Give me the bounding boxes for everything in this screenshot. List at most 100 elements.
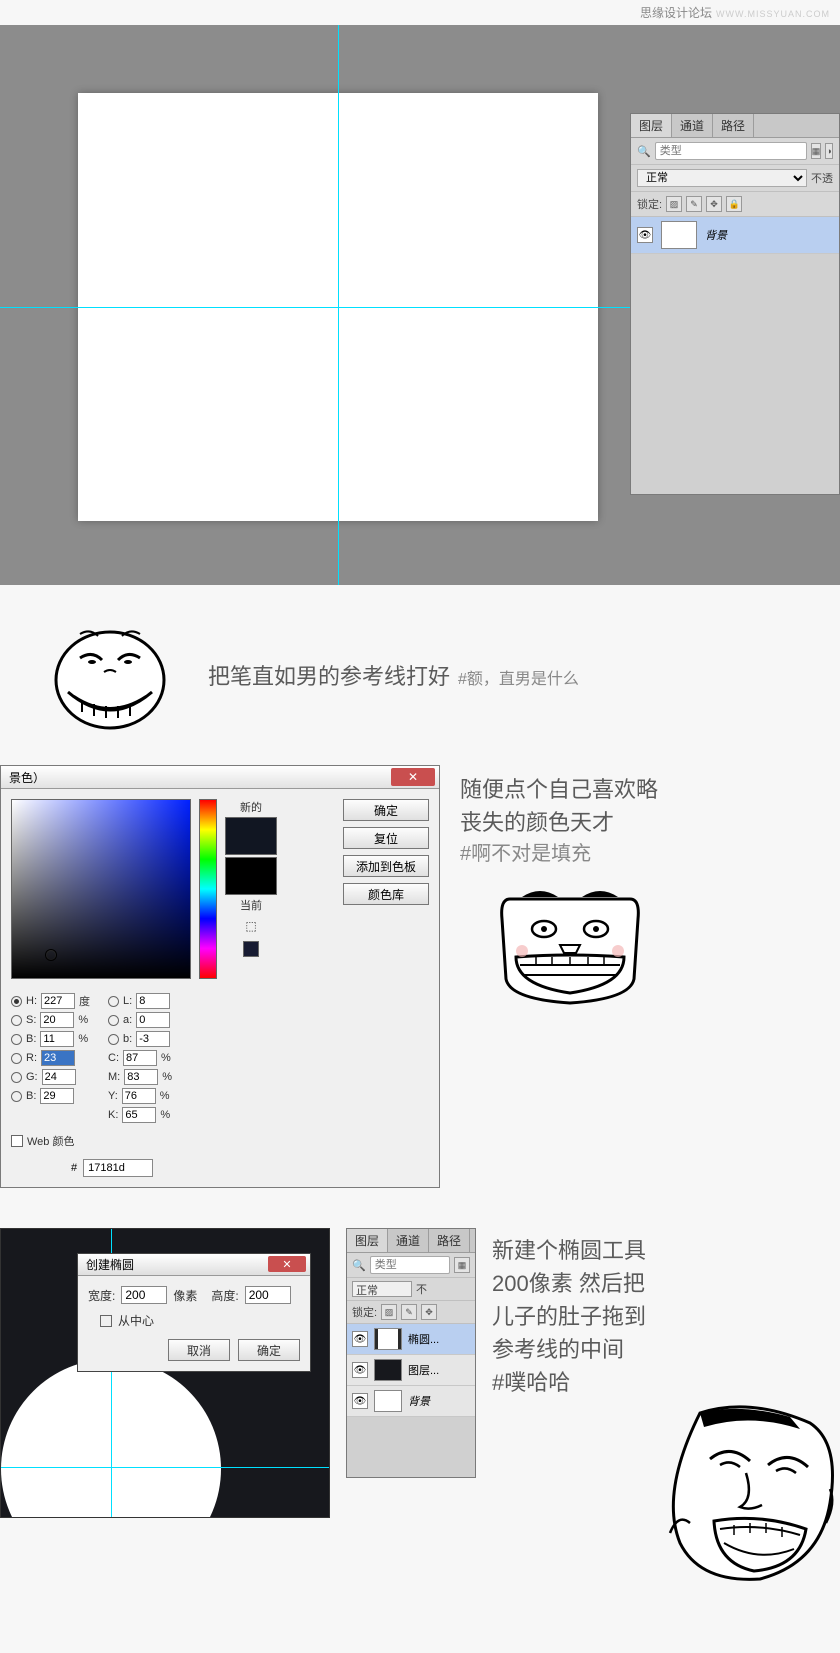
layer-thumb[interactable] xyxy=(374,1390,402,1412)
add-swatch-button[interactable]: 添加到色板 xyxy=(343,855,429,877)
radio-s[interactable] xyxy=(11,1015,22,1026)
color-lib-button[interactable]: 颜色库 xyxy=(343,883,429,905)
dialog-titlebar-2[interactable]: 创建椭圆 ✕ xyxy=(78,1254,310,1276)
radio-h[interactable] xyxy=(11,996,22,1007)
lock-move-icon[interactable]: ✥ xyxy=(706,196,722,212)
hex-input[interactable] xyxy=(83,1159,153,1177)
layer-background[interactable]: 👁 背景 xyxy=(631,217,839,254)
layer-thumb[interactable] xyxy=(374,1328,402,1350)
radio-r[interactable] xyxy=(11,1053,22,1064)
color-field[interactable] xyxy=(11,799,191,979)
s-input[interactable] xyxy=(40,1012,74,1028)
layer-bg[interactable]: 👁 背景 xyxy=(347,1386,475,1417)
filter-icon-1[interactable]: ▦ xyxy=(811,143,822,159)
photoshop-canvas-stage: 图层 通道 路径 🔍 ▦ ◑ 正常 不透 锁定: ▨ ✎ ✥ 🔒 👁 背景 xyxy=(0,25,840,585)
blend-mode-select[interactable]: 正常 xyxy=(637,169,807,187)
visibility-icon[interactable]: 👁 xyxy=(637,227,653,243)
g-input[interactable] xyxy=(42,1069,76,1085)
blend-select-2[interactable]: 正常 xyxy=(352,1281,412,1297)
ellipse-width-input[interactable] xyxy=(121,1286,167,1304)
dark-canvas-stage: 创建椭圆 ✕ 宽度: 像素 高度: 从中心 取消 确定 xyxy=(0,1228,330,1518)
meme-face-1 xyxy=(40,615,180,735)
new-color-swatch xyxy=(225,817,277,855)
radio-b[interactable] xyxy=(11,1034,22,1045)
panel-tabs: 图层 通道 路径 xyxy=(631,114,839,138)
h-input[interactable] xyxy=(41,993,75,1009)
ellipse-height-input[interactable] xyxy=(245,1286,291,1304)
watermark: 思缘设计论坛WWW.MISSYUAN.COM xyxy=(0,0,840,25)
tab-channels[interactable]: 通道 xyxy=(388,1229,429,1252)
opacity-label: 不透 xyxy=(811,170,833,186)
l-input[interactable] xyxy=(136,993,170,1009)
layer-filter-input[interactable] xyxy=(655,142,807,160)
layers-panel-2: 图层 通道 路径 🔍▦ 正常不 锁定:▨✎✥ 👁 椭圆... 👁 图层... 👁… xyxy=(346,1228,476,1478)
filter-icon-2[interactable]: ◑ xyxy=(825,143,833,159)
r-input[interactable] xyxy=(41,1050,75,1066)
layer-thumb[interactable] xyxy=(374,1359,402,1381)
layers-empty-area xyxy=(631,254,839,494)
ok-button[interactable]: 确定 xyxy=(238,1339,300,1361)
guide-vertical[interactable] xyxy=(338,25,339,585)
lock-label: 锁定: xyxy=(637,196,662,212)
dialog-titlebar[interactable]: 景色） ✕ xyxy=(1,766,439,789)
lock-all-icon[interactable]: 🔒 xyxy=(726,196,742,212)
layer-label: 背景 xyxy=(705,227,727,243)
a-input[interactable] xyxy=(136,1012,170,1028)
lock-icon[interactable]: ▨ xyxy=(381,1304,397,1320)
reset-button[interactable]: 复位 xyxy=(343,827,429,849)
color-cursor[interactable] xyxy=(46,950,56,960)
comment-3-text: 新建个椭圆工具 200像素 然后把 儿子的肚子拖到 参考线的中间 #噗哈哈 xyxy=(492,1234,840,1399)
radio-l[interactable] xyxy=(108,996,119,1007)
close-icon[interactable]: ✕ xyxy=(391,768,435,786)
comment-text: 把笔直如男的参考线打好#额，直男是什么 xyxy=(208,659,579,691)
lock-transparent-icon[interactable]: ▨ xyxy=(666,196,682,212)
b2-input[interactable] xyxy=(136,1031,170,1047)
filter-icon[interactable]: ▦ xyxy=(454,1257,470,1273)
radio-bv[interactable] xyxy=(11,1091,22,1102)
b-input[interactable] xyxy=(40,1031,74,1047)
tab-paths[interactable]: 路径 xyxy=(713,114,754,137)
bv-input[interactable] xyxy=(40,1088,74,1104)
tab-channels[interactable]: 通道 xyxy=(672,114,713,137)
lock-brush-icon[interactable]: ✎ xyxy=(686,196,702,212)
tab-layers[interactable]: 图层 xyxy=(631,114,672,137)
c-input[interactable] xyxy=(123,1050,157,1066)
color-picker-dialog: 景色） ✕ 新的 当前 ⬚ 确定 复位 添加到色板 颜色库 H:度 xyxy=(0,765,440,1188)
radio-b2[interactable] xyxy=(108,1034,119,1045)
layer-ellipse[interactable]: 👁 椭圆... xyxy=(347,1324,475,1355)
lock-icon[interactable]: ✥ xyxy=(421,1304,437,1320)
current-color-label: 当前 xyxy=(240,897,262,913)
from-center-checkbox[interactable] xyxy=(100,1315,112,1327)
guide-horizontal-2[interactable] xyxy=(1,1467,329,1468)
comment-2-text: 随便点个自己喜欢略 丧失的颜色天才 #啊不对是填充 xyxy=(460,773,840,869)
ok-button[interactable]: 确定 xyxy=(343,799,429,821)
tab-paths[interactable]: 路径 xyxy=(429,1229,470,1252)
web-colors-checkbox[interactable] xyxy=(11,1135,23,1147)
layer-list: 👁 背景 xyxy=(631,217,839,254)
websafe-swatch[interactable] xyxy=(243,941,259,957)
close-icon[interactable]: ✕ xyxy=(268,1256,306,1272)
new-color-label: 新的 xyxy=(240,799,262,815)
layer-filter-2[interactable] xyxy=(370,1256,450,1274)
layers-panel: 图层 通道 路径 🔍 ▦ ◑ 正常 不透 锁定: ▨ ✎ ✥ 🔒 👁 背景 xyxy=(630,113,840,495)
radio-a[interactable] xyxy=(108,1015,119,1026)
k-input[interactable] xyxy=(122,1107,156,1123)
meme-face-2 xyxy=(500,889,640,1009)
visibility-icon[interactable]: 👁 xyxy=(352,1362,368,1378)
create-ellipse-dialog: 创建椭圆 ✕ 宽度: 像素 高度: 从中心 取消 确定 xyxy=(77,1253,311,1372)
radio-g[interactable] xyxy=(11,1072,22,1083)
tutorial-comment-1: 把笔直如男的参考线打好#额，直男是什么 xyxy=(0,585,840,765)
lock-icon[interactable]: ✎ xyxy=(401,1304,417,1320)
meme-face-3 xyxy=(650,1403,840,1583)
layer-shape[interactable]: 👁 图层... xyxy=(347,1355,475,1386)
layer-thumbnail[interactable] xyxy=(661,221,697,249)
tab-layers[interactable]: 图层 xyxy=(347,1229,388,1252)
cube-icon[interactable]: ⬚ xyxy=(245,919,256,933)
cancel-button[interactable]: 取消 xyxy=(168,1339,230,1361)
hue-slider[interactable] xyxy=(199,799,217,979)
y-input[interactable] xyxy=(122,1088,156,1104)
panel-pad xyxy=(347,1417,475,1477)
m-input[interactable] xyxy=(124,1069,158,1085)
visibility-icon[interactable]: 👁 xyxy=(352,1331,368,1347)
visibility-icon[interactable]: 👁 xyxy=(352,1393,368,1409)
